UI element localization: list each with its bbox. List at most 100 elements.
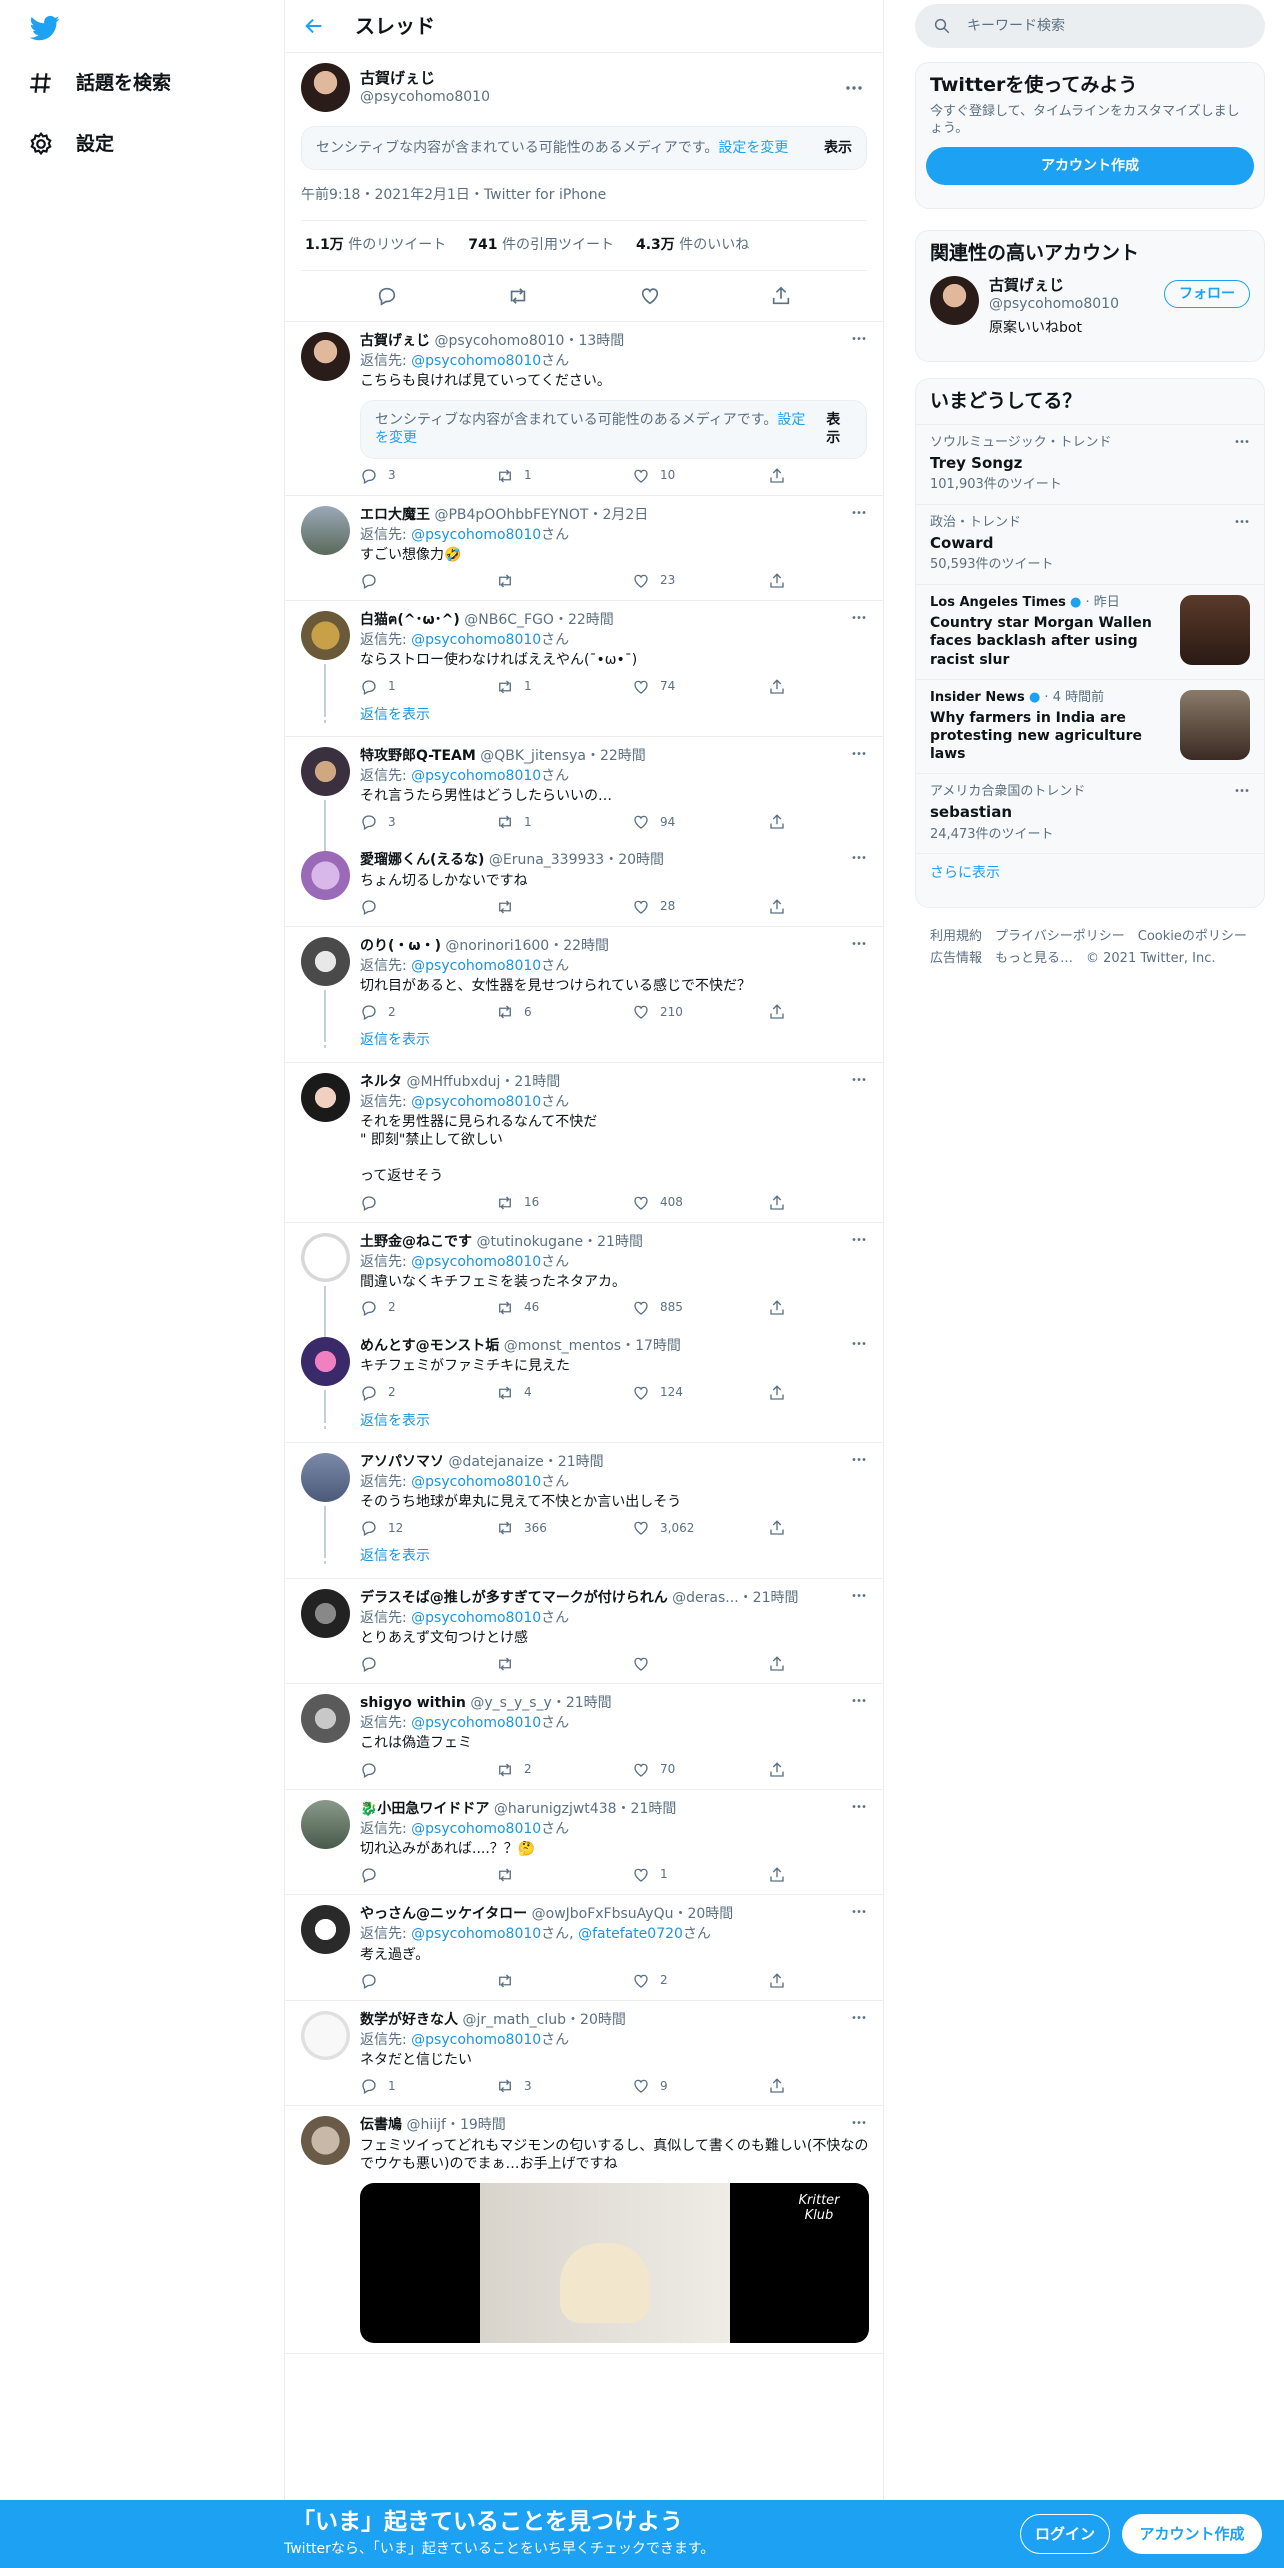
reply-to-link[interactable]: @psycohomo8010	[411, 1610, 541, 1626]
avatar[interactable]	[301, 1588, 350, 1638]
author-name[interactable]: ネルタ	[360, 1074, 402, 1090]
nav-explore[interactable]: 話題を検索	[28, 70, 171, 96]
more-icon[interactable]	[851, 751, 867, 756]
author-name[interactable]: 特攻野郎Q-TEAM	[360, 748, 476, 764]
footer-line-1[interactable]: 利用規約 プライバシーポリシー Cookieのポリシー	[930, 926, 1247, 948]
reply-to-link[interactable]: @psycohomo8010	[411, 1094, 541, 1110]
reply-button[interactable]: 3	[360, 467, 496, 485]
tweet-time[interactable]: 13時間	[578, 333, 624, 349]
retweet-button[interactable]: 2	[496, 1761, 632, 1779]
reply-tweet[interactable]: 🐉小田急ワイドドア @harunigzjwt438・21時間 返信先: @psyc…	[285, 1790, 883, 1896]
show-more-link[interactable]: さらに表示	[916, 853, 1264, 892]
retweet-button[interactable]: 46	[496, 1299, 632, 1317]
reply-to-link[interactable]: @psycohomo8010	[411, 958, 541, 974]
avatar[interactable]	[301, 1905, 350, 1955]
reply-tweet[interactable]: 伝書鳩 @hiijf・19時間 フェミツイってどれもマジモンの匂いするし、真似して…	[285, 2106, 883, 2354]
more-icon[interactable]	[1234, 439, 1250, 444]
reply-to-link[interactable]: @fatefate0720	[578, 1926, 683, 1942]
like-button[interactable]: 23	[632, 572, 768, 590]
share-button[interactable]	[768, 1761, 786, 1779]
more-icon[interactable]	[1234, 788, 1250, 793]
author-handle[interactable]: @owJboFxFbsuAyQu	[532, 1906, 674, 1922]
reply-to-link[interactable]: @psycohomo8010	[411, 353, 541, 369]
like-button[interactable]: 885	[632, 1299, 768, 1317]
reply-button[interactable]: 1	[360, 678, 496, 696]
more-icon[interactable]	[851, 1077, 867, 1082]
reply-to-link[interactable]: @psycohomo8010	[411, 527, 541, 543]
reply-tweet[interactable]: 古賀げぇじ @psycohomo8010・13時間 返信先: @psycohomo…	[285, 322, 883, 496]
author-name[interactable]: 古賀げぇじ	[360, 69, 490, 89]
share-button[interactable]	[768, 1972, 786, 1990]
like-button[interactable]: 210	[632, 1003, 768, 1021]
footer-line-2[interactable]: 広告情報 もっと見る… © 2021 Twitter, Inc.	[930, 948, 1247, 970]
tweet-media[interactable]: Kritter Klub	[360, 2182, 869, 2343]
reply-button[interactable]	[360, 1761, 496, 1779]
trend-item[interactable]: ソウルミュージック・トレンド Trey Songz 101,903件のツイート	[916, 423, 1264, 504]
author-handle[interactable]: @hiijf	[406, 2117, 445, 2133]
author-name[interactable]: デラスそば@推しが多すぎてマークが付けられん	[360, 1590, 668, 1606]
tweet-time[interactable]: 21時間	[566, 1695, 612, 1711]
share-button[interactable]	[768, 1519, 786, 1537]
like-button[interactable]: 94	[632, 813, 768, 831]
reply-to-link[interactable]: @psycohomo8010	[411, 1474, 541, 1490]
share-button[interactable]	[768, 1194, 786, 1212]
reply-button[interactable]: 2	[360, 1299, 496, 1317]
retweet-button[interactable]: 1	[496, 467, 632, 485]
tweet-time[interactable]: 19時間	[460, 2117, 506, 2133]
tweet-time[interactable]: 22時間	[563, 938, 609, 954]
avatar[interactable]	[301, 1232, 350, 1282]
follow-button[interactable]: フォロー	[1164, 279, 1250, 308]
reply-tweet[interactable]: のり(・ω・) @norinori1600・22時間 返信先: @psycohom…	[285, 927, 883, 1042]
share-button[interactable]	[768, 1384, 786, 1402]
like-button[interactable]: 9	[632, 2077, 768, 2095]
show-replies-link[interactable]: 返信を表示	[360, 706, 430, 724]
reply-tweet[interactable]: ネルタ @MHffubxduj・21時間 返信先: @psycohomo8010さ…	[285, 1063, 883, 1223]
like-icon[interactable]	[639, 285, 661, 307]
related-name[interactable]: 古賀げぇじ	[989, 276, 1119, 296]
author-name[interactable]: 🐉小田急ワイドドア	[360, 1801, 489, 1817]
share-button[interactable]	[768, 898, 786, 916]
show-replies-link[interactable]: 返信を表示	[360, 1547, 430, 1565]
tweet-time[interactable]: 21時間	[514, 1074, 560, 1090]
share-button[interactable]	[768, 2077, 786, 2095]
reply-button[interactable]: 12	[360, 1519, 496, 1537]
like-count[interactable]: 4.3万 件のいいね	[636, 236, 749, 254]
more-icon[interactable]	[851, 941, 867, 946]
avatar[interactable]	[301, 63, 350, 112]
avatar[interactable]	[301, 936, 350, 986]
author-handle[interactable]: @jr_math_club	[462, 2012, 566, 2028]
reply-tweet[interactable]: 特攻野郎Q-TEAM @QBK_jitensya・22時間 返信先: @psyco…	[285, 737, 883, 852]
author-name[interactable]: めんとす@モンスト垢	[360, 1338, 499, 1354]
show-media-button[interactable]: 表示	[826, 411, 852, 447]
reply-button[interactable]: 2	[360, 1003, 496, 1021]
reply-tweet[interactable]: 白猫ฅ(^･ω･^) @NB6C_FGO・22時間 返信先: @psycohomo…	[285, 601, 883, 716]
avatar[interactable]	[301, 611, 350, 661]
tweet-timestamp[interactable]: 午前9:18・2021年2月1日・Twitter for iPhone	[301, 186, 867, 222]
more-icon[interactable]	[851, 1237, 867, 1242]
reply-tweet[interactable]: 愛瑠娜くん(えるな) @Eruna_339933・20時間 ちょん切るしかないです…	[285, 841, 883, 927]
reply-to-link[interactable]: @psycohomo8010	[411, 2032, 541, 2048]
author-name[interactable]: 伝書鳩	[360, 2117, 402, 2133]
avatar[interactable]	[301, 2010, 350, 2060]
author-name[interactable]: 数学が好きな人	[360, 2012, 458, 2028]
search-input[interactable]: キーワード検索	[915, 4, 1265, 48]
avatar[interactable]	[301, 331, 350, 381]
related-handle[interactable]: @psycohomo8010	[989, 295, 1119, 313]
more-icon[interactable]	[851, 1909, 867, 1914]
avatar[interactable]	[301, 1799, 350, 1849]
avatar[interactable]	[930, 275, 979, 325]
create-account-button[interactable]: アカウント作成	[926, 147, 1254, 186]
login-button[interactable]: ログイン	[1020, 2514, 1110, 2554]
retweet-button[interactable]: 1	[496, 813, 632, 831]
avatar[interactable]	[301, 1337, 350, 1387]
more-icon[interactable]	[851, 336, 867, 341]
reply-tweet[interactable]: shigyo within @y_s_y_s_y・21時間 返信先: @psyco…	[285, 1684, 883, 1790]
news-item[interactable]: Insider News ● · 4 時間前 Why farmers in In…	[916, 678, 1264, 773]
show-replies-link[interactable]: 返信を表示	[360, 1031, 430, 1049]
reply-button[interactable]	[360, 1972, 496, 1990]
back-arrow-icon[interactable]	[303, 15, 325, 37]
author-handle[interactable]: @norinori1600	[445, 938, 549, 954]
tweet-time[interactable]: 22時間	[600, 748, 646, 764]
more-icon[interactable]	[851, 2120, 867, 2125]
retweet-button[interactable]	[496, 898, 632, 916]
